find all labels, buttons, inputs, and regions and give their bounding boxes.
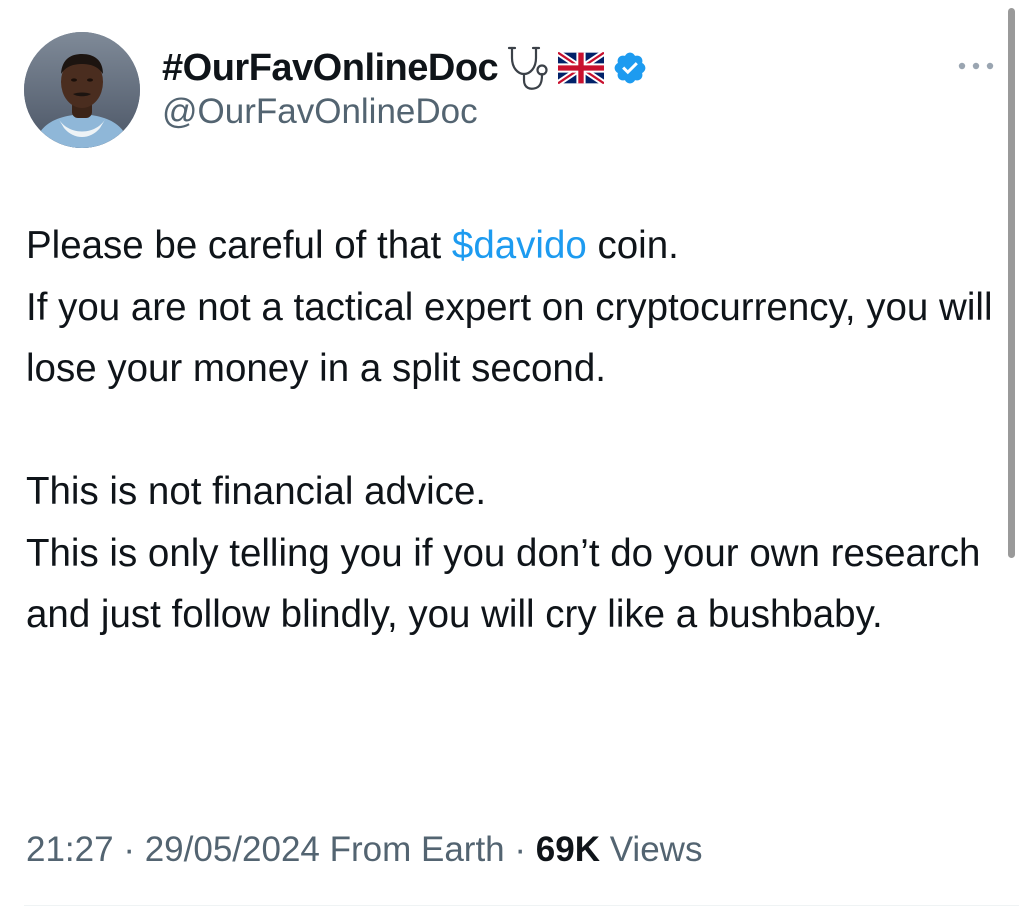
scrollbar[interactable]	[1008, 8, 1015, 558]
views-count[interactable]: 69K	[536, 830, 600, 869]
cashtag-link[interactable]: $davido	[452, 224, 587, 267]
handle[interactable]: @OurFavOnlineDoc	[162, 92, 478, 132]
meta-separator: ·	[113, 830, 145, 869]
verified-badge-icon[interactable]	[612, 50, 648, 86]
views-label[interactable]: Views	[610, 830, 703, 869]
tweet-text-segment: coin.	[586, 224, 679, 267]
tweet-text-segment: Please be careful of that	[26, 224, 452, 267]
tweet-source: From Earth	[329, 830, 505, 869]
uk-flag-icon	[558, 52, 605, 84]
display-name[interactable]: #OurFavOnlineDoc	[162, 47, 499, 90]
tweet-text-segment: This is only telling you if you don’t do…	[26, 531, 981, 637]
stethoscope-icon	[506, 44, 550, 92]
tweet-text-segment: This is not financial advice.	[26, 470, 487, 513]
tweet-text-segment: If you are not a tactical expert on cryp…	[26, 285, 993, 391]
tweet-paragraph-1: Please be careful of that $davido coin. …	[26, 215, 1001, 400]
tweet: #OurFavOnlineDoc @OurFavOnlineDoc Please…	[0, 0, 1024, 911]
more-options-button[interactable]	[952, 52, 1000, 80]
tweet-date[interactable]: 29/05/2024	[145, 830, 320, 869]
tweet-text: Please be careful of that $davido coin. …	[26, 215, 1001, 646]
tweet-meta: 21:27 · 29/05/2024 From Earth · 69K View…	[26, 830, 702, 870]
meta-separator: ·	[504, 830, 536, 869]
divider	[24, 905, 1019, 906]
tweet-time[interactable]: 21:27	[26, 830, 114, 869]
avatar[interactable]	[24, 32, 140, 148]
more-icon	[958, 62, 994, 70]
display-name-row: #OurFavOnlineDoc	[162, 40, 648, 96]
tweet-paragraph-2: This is not financial advice. This is on…	[26, 461, 1001, 646]
